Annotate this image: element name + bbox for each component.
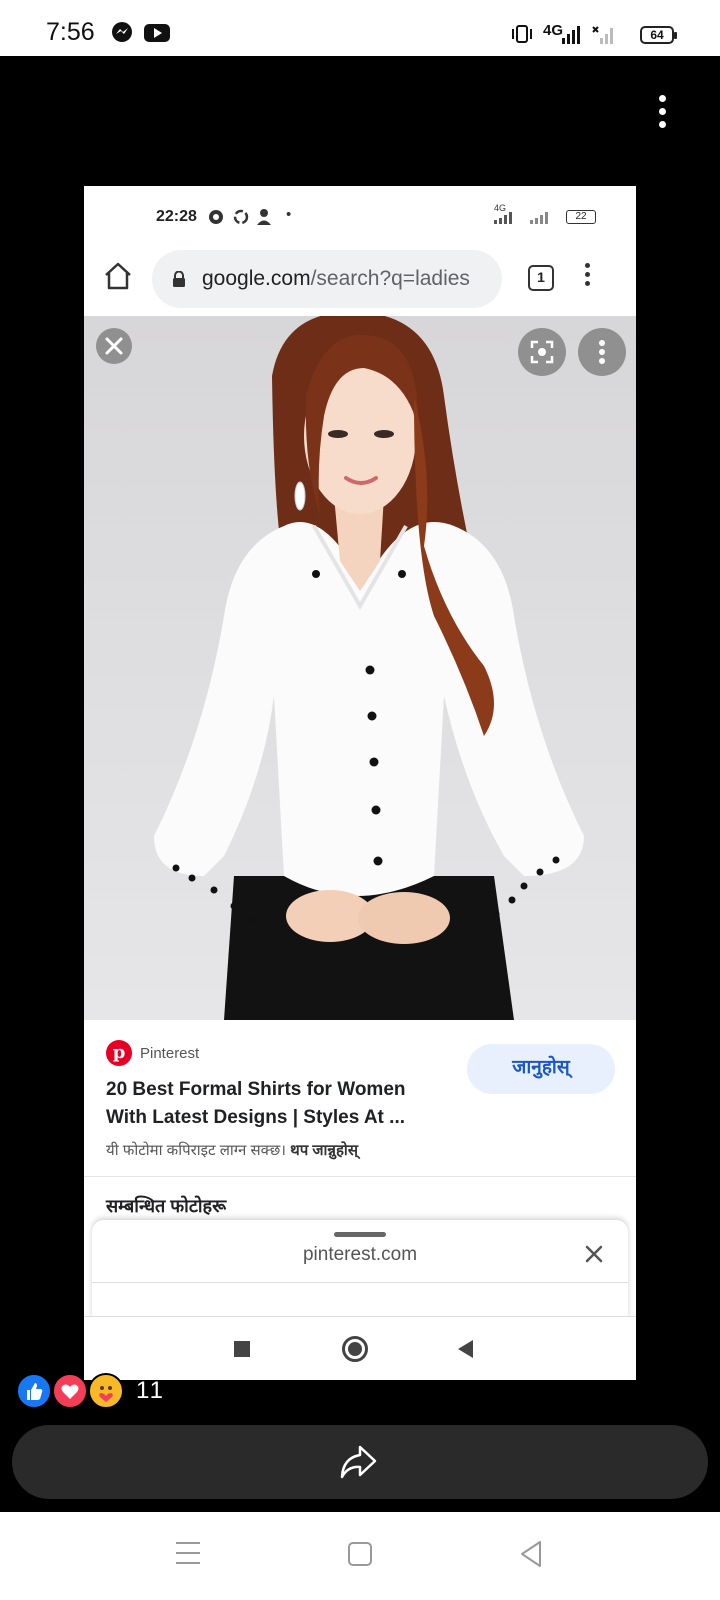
shared-screenshot[interactable]: 22:28 • 4G 22 google.com/search?q=ladies… [84, 186, 636, 1380]
inner-battery: 22 [566, 210, 596, 224]
status-bar: 7:56 4G 64 [0, 0, 720, 56]
tab-switcher-button[interactable]: 1 [528, 265, 554, 291]
divider [84, 1176, 636, 1177]
close-icon[interactable] [582, 1242, 606, 1266]
image-menu-button[interactable] [578, 328, 626, 376]
reactions-summary[interactable]: 11 [16, 1373, 166, 1411]
reaction-count[interactable]: 11 [136, 1377, 165, 1405]
inner-navigation-bar [84, 1316, 636, 1380]
bottom-sheet[interactable]: pinterest.com [92, 1220, 628, 1320]
sheet-drag-handle[interactable] [334, 1232, 386, 1237]
signal-icon [562, 26, 580, 44]
chrome-notification-icon [209, 210, 223, 224]
system-navigation-bar [0, 1512, 720, 1600]
related-images-heading: सम्बन्धित फोटोहरू [106, 1196, 227, 1216]
browser-menu-icon[interactable] [580, 260, 594, 296]
status-time: 7:56 [46, 18, 95, 46]
more-options-icon[interactable] [650, 92, 674, 132]
more-vertical-icon [599, 340, 605, 364]
product-photo[interactable] [84, 316, 636, 1020]
person-notification-icon [257, 209, 271, 225]
love-reaction-icon [52, 1373, 88, 1409]
like-reaction-icon [16, 1373, 52, 1409]
menu-icon[interactable] [176, 1542, 200, 1564]
inner-signal-icon [494, 212, 512, 224]
back-triangle-icon[interactable] [518, 1540, 544, 1568]
visit-button[interactable]: जानुहोस् [467, 1044, 615, 1094]
network-type: 4G [543, 22, 564, 39]
close-image-button[interactable] [96, 328, 132, 364]
woman-white-shirt-image [84, 316, 636, 1020]
result-title[interactable]: 20 Best Formal Shirts for Women With Lat… [106, 1076, 436, 1132]
pinterest-logo-icon: p [106, 1040, 132, 1066]
no-signal-icon [592, 26, 613, 44]
lens-icon [530, 340, 554, 364]
care-reaction-icon [88, 1373, 124, 1409]
home-square-icon[interactable] [348, 1542, 372, 1566]
learn-more-link[interactable]: थप जान्नुहोस् [290, 1142, 358, 1159]
sheet-domain: pinterest.com [302, 1244, 418, 1265]
copyright-notice: यी फोटोमा कपिराइट लाग्न सक्छ। थप जान्नुह… [106, 1142, 358, 1159]
inner-status-bar: 22:28 • 4G 22 [84, 186, 636, 242]
recents-icon [234, 1341, 250, 1357]
share-bar[interactable] [12, 1425, 708, 1499]
close-icon [105, 337, 123, 355]
battery-indicator: 64 [640, 26, 677, 44]
messenger-icon [112, 22, 132, 42]
vibrate-icon [512, 25, 532, 43]
url-text: google.com/search?q=ladies [202, 267, 470, 290]
browser-toolbar: google.com/search?q=ladies 1 [84, 242, 636, 314]
image-result-card: p Pinterest 20 Best Formal Shirts for Wo… [84, 1020, 636, 1170]
inner-signal-2-icon [530, 212, 548, 224]
youtube-icon [144, 24, 170, 42]
lock-icon [173, 271, 185, 287]
address-bar[interactable]: google.com/search?q=ladies [152, 250, 502, 308]
lens-search-button[interactable] [518, 328, 566, 376]
sync-notification-icon [233, 209, 249, 225]
result-source: Pinterest [140, 1045, 200, 1062]
dot-notification-icon: • [286, 206, 292, 223]
share-icon[interactable] [338, 1443, 378, 1481]
sheet-divider [92, 1282, 628, 1283]
home-circle-icon [342, 1336, 368, 1362]
home-icon[interactable] [102, 260, 134, 292]
inner-status-time: 22:28 [156, 208, 197, 225]
back-icon [458, 1340, 473, 1358]
